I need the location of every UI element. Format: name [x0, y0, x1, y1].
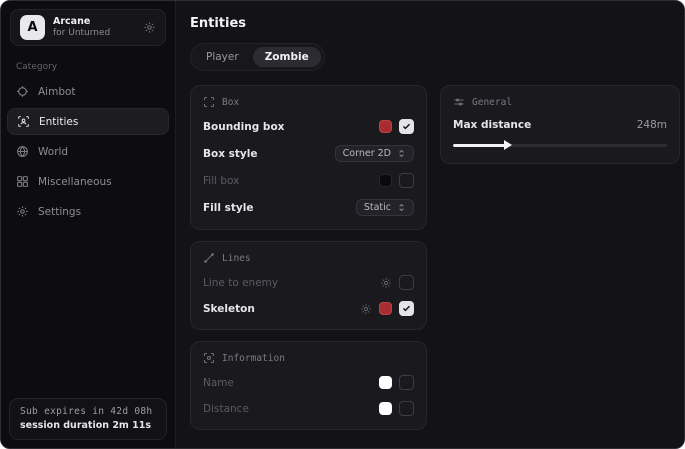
checkbox-checked[interactable] [399, 119, 414, 134]
setting-label: Skeleton [203, 303, 255, 315]
tab-zombie[interactable]: Zombie [253, 47, 321, 67]
sidebar-item-label: Miscellaneous [38, 176, 112, 188]
sidebar-item-settings[interactable]: Settings [7, 198, 169, 225]
card-title: Lines [222, 253, 251, 264]
select-value: Static [364, 202, 391, 213]
chevron-up-down-icon [397, 203, 406, 212]
setting-label: Box style [203, 148, 257, 160]
sidebar: A Arcane for Unturned Category Aimbot [1, 1, 176, 448]
setting-row-skeleton: Skeleton [203, 301, 414, 316]
setting-row-box-style: Box style Corner 2D [203, 145, 414, 162]
checkbox-unchecked[interactable] [399, 275, 414, 290]
info-scan-icon [203, 352, 215, 364]
general-card: General Max distance 248m [440, 85, 680, 164]
sidebar-item-label: Entities [39, 116, 78, 128]
slider-fill [453, 144, 506, 147]
color-swatch-red[interactable] [379, 302, 392, 315]
sidebar-item-aimbot[interactable]: Aimbot [7, 78, 169, 105]
sidebar-item-label: Aimbot [38, 86, 76, 98]
sidebar-item-world[interactable]: World [7, 138, 169, 165]
chevron-up-down-icon [397, 149, 406, 158]
lines-card: Lines Line to enemy Skeleton [190, 241, 427, 330]
slider-thumb[interactable] [504, 140, 512, 150]
max-distance-slider[interactable] [453, 140, 667, 150]
entities-scan-icon [17, 115, 30, 128]
setting-row-bounding-box: Bounding box [203, 119, 414, 134]
color-swatch-red[interactable] [379, 120, 392, 133]
card-title: Box [222, 97, 239, 108]
sidebar-item-miscellaneous[interactable]: Miscellaneous [7, 168, 169, 195]
app-name: Arcane [53, 16, 110, 28]
checkbox-checked[interactable] [399, 301, 414, 316]
sidebar-item-entities[interactable]: Entities [7, 108, 169, 135]
box-card: Box Bounding box Box style [190, 85, 427, 230]
setting-row-name: Name [203, 375, 414, 390]
select-value: Corner 2D [343, 148, 391, 159]
setting-label: Fill box [203, 175, 239, 187]
row-gear-icon[interactable] [380, 277, 392, 289]
card-title: Information [222, 353, 285, 364]
box-corners-icon [203, 96, 215, 108]
color-swatch-white[interactable] [379, 376, 392, 389]
subscription-info: Sub expires in 42d 08h session duration … [9, 398, 167, 440]
app-window: A Arcane for Unturned Category Aimbot [0, 0, 685, 449]
app-title-block: Arcane for Unturned [53, 16, 110, 39]
settings-gear-icon [16, 205, 29, 218]
setting-label: Distance [203, 403, 249, 415]
setting-label: Fill style [203, 202, 253, 214]
information-card: Information Name Distance [190, 341, 427, 430]
line-icon [203, 252, 215, 264]
color-swatch-white[interactable] [379, 402, 392, 415]
card-title: General [472, 97, 512, 108]
box-style-select[interactable]: Corner 2D [335, 145, 414, 162]
page-title: Entities [190, 16, 680, 31]
globe-icon [16, 145, 29, 158]
setting-label: Bounding box [203, 121, 284, 133]
grid-icon [16, 175, 29, 188]
checkbox-unchecked[interactable] [399, 401, 414, 416]
sidebar-item-label: World [38, 146, 68, 158]
max-distance-value: 248m [637, 119, 667, 131]
category-label: Category [16, 62, 175, 72]
sidebar-nav: Aimbot Entities World Miscellaneous [1, 78, 175, 225]
crosshair-icon [16, 85, 29, 98]
session-duration-text: session duration 2m 11s [20, 420, 156, 431]
setting-label: Max distance [453, 119, 531, 131]
sidebar-item-label: Settings [38, 206, 81, 218]
setting-row-line-to-enemy: Line to enemy [203, 275, 414, 290]
main-panel: Entities Player Zombie Box Bounding box [176, 1, 685, 448]
setting-row-max-distance: Max distance 248m [453, 119, 667, 131]
setting-row-fill-box: Fill box [203, 173, 414, 188]
sub-expiry-text: Sub expires in 42d 08h [20, 406, 156, 417]
sliders-icon [453, 96, 465, 108]
color-swatch-black[interactable] [379, 174, 392, 187]
fill-style-select[interactable]: Static [356, 199, 414, 216]
tab-player[interactable]: Player [194, 47, 251, 67]
entity-tabs: Player Zombie [190, 43, 325, 71]
checkbox-unchecked[interactable] [399, 375, 414, 390]
setting-label: Line to enemy [203, 277, 278, 289]
row-gear-icon[interactable] [360, 303, 372, 315]
app-subtitle: for Unturned [53, 28, 110, 39]
setting-row-fill-style: Fill style Static [203, 199, 414, 216]
app-logo: A [20, 15, 45, 40]
gear-icon[interactable] [143, 21, 156, 34]
setting-row-distance: Distance [203, 401, 414, 416]
setting-label: Name [203, 377, 234, 389]
app-header: A Arcane for Unturned [10, 9, 166, 46]
checkbox-unchecked[interactable] [399, 173, 414, 188]
slider-track [453, 144, 667, 147]
